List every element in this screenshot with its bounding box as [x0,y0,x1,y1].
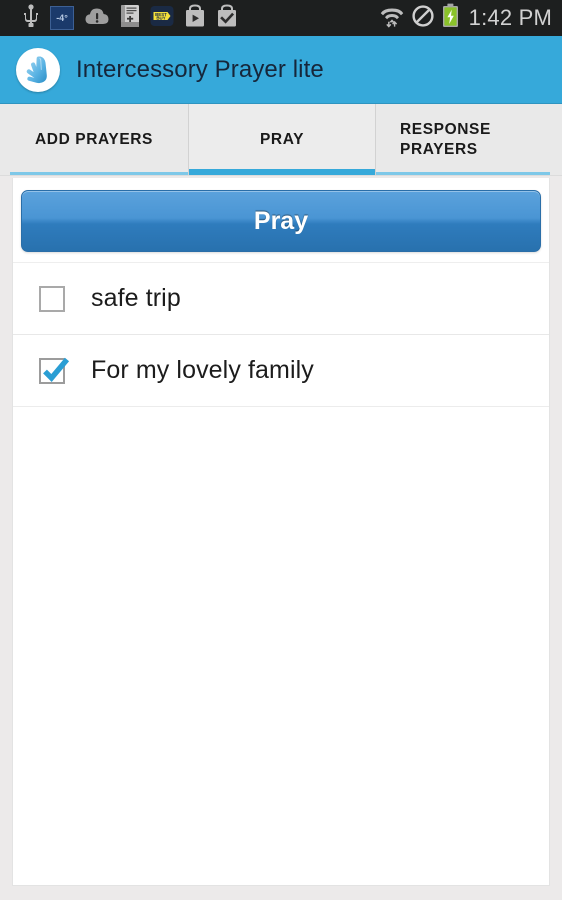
prayer-list: safe trip For my lovely family [13,262,549,407]
tab-add-prayers-underline [10,172,188,175]
wifi-icon [380,4,404,33]
tab-response-prayers[interactable]: RESPONSE PRAYERS [376,104,562,175]
checkmark-icon [38,353,72,392]
tab-bar: ADD PRAYERS PRAY RESPONSE PRAYERS [0,104,562,176]
tab-response-prayers-underline [376,172,550,175]
status-bar-left-icons: -4° BEST BUY [22,3,380,33]
praying-hands-logo [16,47,60,92]
phone-screen: -4° BEST BUY 1:42 PM Intercessory Prayer… [0,0,562,900]
prayer-content-panel: Pray safe trip For my lovely family [12,178,550,886]
prayer-checkbox-for-my-lovely-family[interactable] [39,357,70,384]
app-installed-icon [216,3,238,33]
list-item[interactable]: For my lovely family [13,334,549,406]
status-bar-right-icons: 1:42 PM [380,3,552,33]
tab-pray-label: PRAY [259,130,305,148]
pray-button-container: Pray [13,178,549,262]
list-item[interactable]: safe trip [13,262,549,334]
status-bar-clock: 1:42 PM [468,5,552,30]
pray-button[interactable]: Pray [21,190,541,252]
app-title: Intercessory Prayer lite [76,55,324,83]
status-bar: -4° BEST BUY 1:42 PM [0,0,562,36]
weather-temp-label: -4° [56,12,68,23]
holy-bible-app-icon [120,4,140,33]
usb-icon [22,3,40,33]
cloud-alert-icon [84,5,110,32]
app-bar: Intercessory Prayer lite [0,36,562,104]
tab-pray-underline-active [189,169,375,175]
weather-temp-icon: -4° [50,6,74,30]
prayer-item-label: For my lovely family [91,356,314,384]
tab-response-prayers-label: RESPONSE PRAYERS [400,120,491,158]
tab-add-prayers-label: ADD PRAYERS [35,130,153,148]
prayer-item-label: safe trip [91,284,181,312]
prayer-checkbox-safe-trip[interactable] [39,285,65,312]
play-store-download-icon [184,3,206,33]
battery-charging-icon [442,3,459,33]
tab-add-prayers[interactable]: ADD PRAYERS [0,104,188,175]
tab-pray[interactable]: PRAY [188,104,376,175]
best-buy-app-icon: BEST BUY [150,5,174,32]
mute-icon [411,4,435,33]
svg-text:BUY: BUY [156,15,165,20]
prayer-list-bottom-divider [13,406,549,407]
